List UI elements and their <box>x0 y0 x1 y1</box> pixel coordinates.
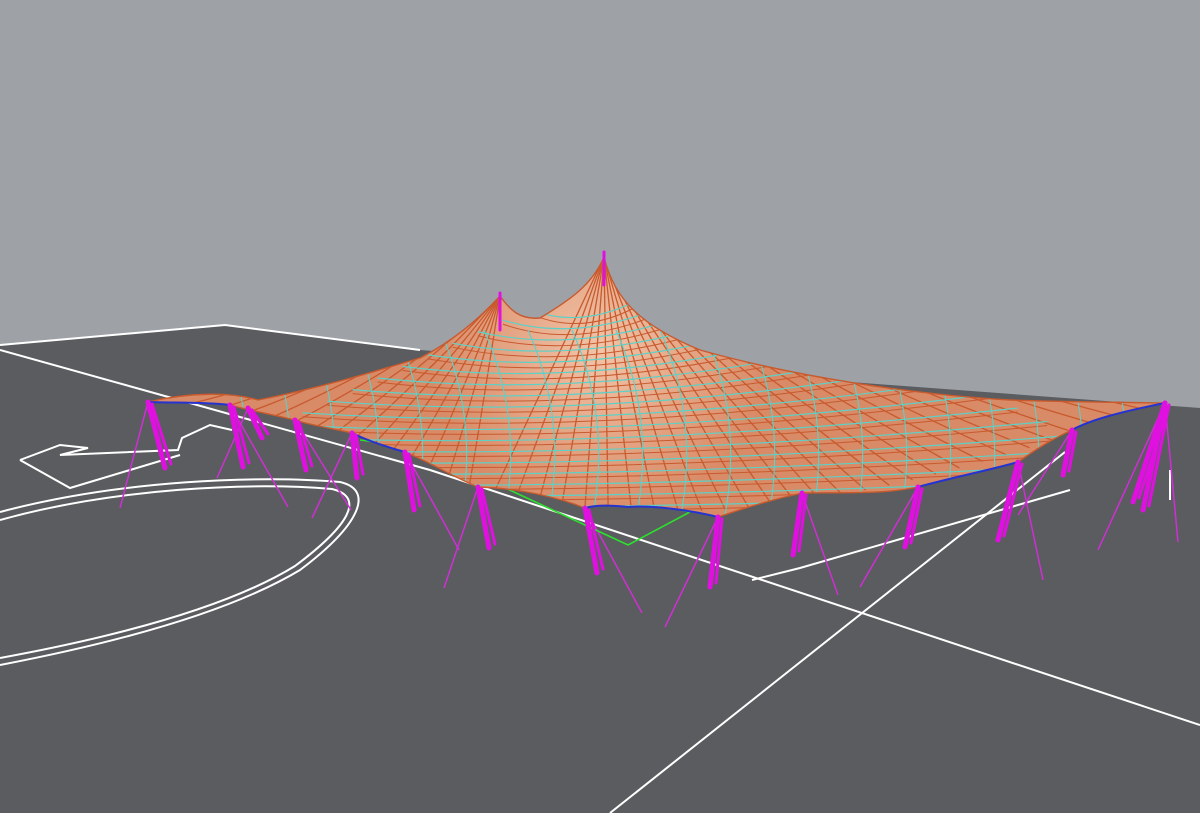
3d-viewport[interactable] <box>0 0 1200 813</box>
viewport-canvas[interactable] <box>0 0 1200 813</box>
